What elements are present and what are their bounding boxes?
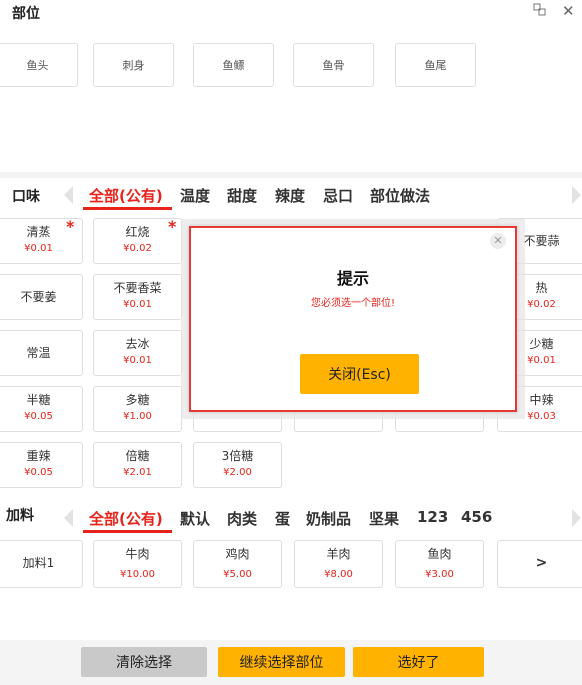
item-name: 鱼肉: [427, 547, 452, 561]
part-card[interactable]: 鱼头: [0, 43, 78, 87]
dialog-close-button[interactable]: 关闭(Esc): [300, 354, 419, 394]
taste-item[interactable]: 常温: [0, 330, 83, 376]
dialog-title: 提示: [336, 269, 369, 288]
taste-item[interactable]: 重辣 ¥0.05: [0, 442, 83, 488]
tab-dairy[interactable]: 奶制品: [306, 508, 351, 529]
item-price: ¥0.05: [24, 467, 53, 478]
alert-dialog: ✕ 提示 您必须选一个部位! 关闭(Esc): [189, 226, 517, 412]
addon-item[interactable]: 牛肉 ¥10.00: [93, 540, 182, 588]
part-card[interactable]: 鱼骨: [293, 43, 374, 87]
active-tab-underline: [83, 207, 172, 210]
addon-more-button[interactable]: >: [497, 540, 582, 588]
taste-item[interactable]: 半糖 ¥0.05: [0, 386, 83, 432]
close-icon[interactable]: ✕: [562, 2, 575, 20]
tab-456[interactable]: 456: [461, 508, 492, 526]
item-price: ¥2.00: [223, 467, 252, 478]
section-title-addon: 加料: [6, 508, 34, 524]
item-price: ¥2.01: [123, 467, 152, 478]
tab-part-method[interactable]: 部位做法: [370, 185, 430, 206]
item-name: 多糖: [125, 393, 150, 407]
item-name: 重辣: [26, 449, 51, 463]
section-title-taste: 口味: [12, 189, 40, 205]
item-price: ¥0.01: [123, 355, 152, 366]
part-card[interactable]: 鱼鳔: [193, 43, 274, 87]
tab-egg[interactable]: 蛋: [275, 508, 290, 529]
section-divider: [0, 172, 582, 178]
done-button[interactable]: 选好了: [353, 647, 484, 677]
tab-meat[interactable]: 肉类: [227, 508, 257, 529]
item-price: ¥0.02: [123, 243, 152, 254]
tab-temperature[interactable]: 温度: [180, 185, 210, 206]
tab-sweetness[interactable]: 甜度: [227, 185, 257, 206]
tab-spiciness[interactable]: 辣度: [275, 185, 305, 206]
part-label: 刺身: [122, 59, 145, 72]
item-price: ¥3.00: [425, 569, 454, 580]
section-title-parts: 部位: [12, 6, 40, 22]
tab-avoid[interactable]: 忌口: [323, 185, 353, 206]
item-price: ¥8.00: [324, 569, 353, 580]
part-label: 鱼鳔: [222, 59, 245, 72]
item-price: ¥5.00: [223, 569, 252, 580]
item-name: 3倍糖: [221, 449, 254, 463]
part-label: 鱼尾: [424, 59, 447, 72]
tab-scroll-right-icon[interactable]: [572, 509, 581, 527]
item-price: ¥1.00: [123, 411, 152, 422]
selected-star-icon: *: [168, 217, 177, 236]
part-card[interactable]: 刺身: [93, 43, 174, 87]
active-tab-underline: [83, 530, 172, 533]
tab-default[interactable]: 默认: [180, 508, 210, 529]
item-name: 鸡肉: [225, 547, 250, 561]
addon-item[interactable]: 加料1: [0, 540, 83, 588]
addon-item[interactable]: 鸡肉 ¥5.00: [193, 540, 282, 588]
part-label: 鱼头: [26, 59, 49, 72]
item-name: 不要姜: [20, 290, 57, 304]
continue-select-part-button[interactable]: 继续选择部位: [218, 647, 345, 677]
item-name: 加料1: [22, 556, 55, 570]
tab-nuts[interactable]: 坚果: [369, 508, 399, 529]
item-name: 去冰: [125, 337, 150, 351]
tab-addon-all[interactable]: 全部(公有): [89, 508, 163, 529]
taste-item[interactable]: 不要姜: [0, 274, 83, 320]
tab-123[interactable]: 123: [417, 508, 448, 526]
addon-item[interactable]: 鱼肉 ¥3.00: [395, 540, 484, 588]
item-price: ¥0.01: [123, 299, 152, 310]
taste-item[interactable]: 不要香菜 ¥0.01: [93, 274, 182, 320]
tab-scroll-left-icon[interactable]: [64, 509, 73, 527]
item-price: ¥10.00: [120, 569, 155, 580]
item-name: 半糖: [26, 393, 51, 407]
dialog-message: 您必须选一个部位!: [310, 298, 395, 309]
item-name: 不要香菜: [113, 281, 162, 295]
part-card[interactable]: 鱼尾: [395, 43, 476, 87]
restore-icon[interactable]: [533, 3, 547, 21]
taste-item[interactable]: 倍糖 ¥2.01: [93, 442, 182, 488]
tab-scroll-right-icon[interactable]: [572, 186, 581, 204]
taste-item[interactable]: 3倍糖 ¥2.00: [193, 442, 282, 488]
item-name: 羊肉: [326, 547, 351, 561]
item-price: ¥0.01: [24, 243, 53, 254]
item-name: 倍糖: [125, 449, 150, 463]
dialog-close-icon[interactable]: ✕: [490, 233, 506, 249]
more-label: >: [535, 555, 548, 571]
tab-taste-all[interactable]: 全部(公有): [89, 185, 163, 206]
item-price: ¥0.05: [24, 411, 53, 422]
taste-item[interactable]: 多糖 ¥1.00: [93, 386, 182, 432]
part-label: 鱼骨: [322, 59, 345, 72]
tab-scroll-left-icon[interactable]: [64, 186, 73, 204]
taste-item[interactable]: 去冰 ¥0.01: [93, 330, 182, 376]
selected-star-icon: *: [66, 217, 75, 236]
clear-selection-button[interactable]: 清除选择: [81, 647, 207, 677]
item-name: 牛肉: [125, 547, 150, 561]
addon-item[interactable]: 羊肉 ¥8.00: [294, 540, 383, 588]
item-name: 常温: [26, 346, 51, 360]
